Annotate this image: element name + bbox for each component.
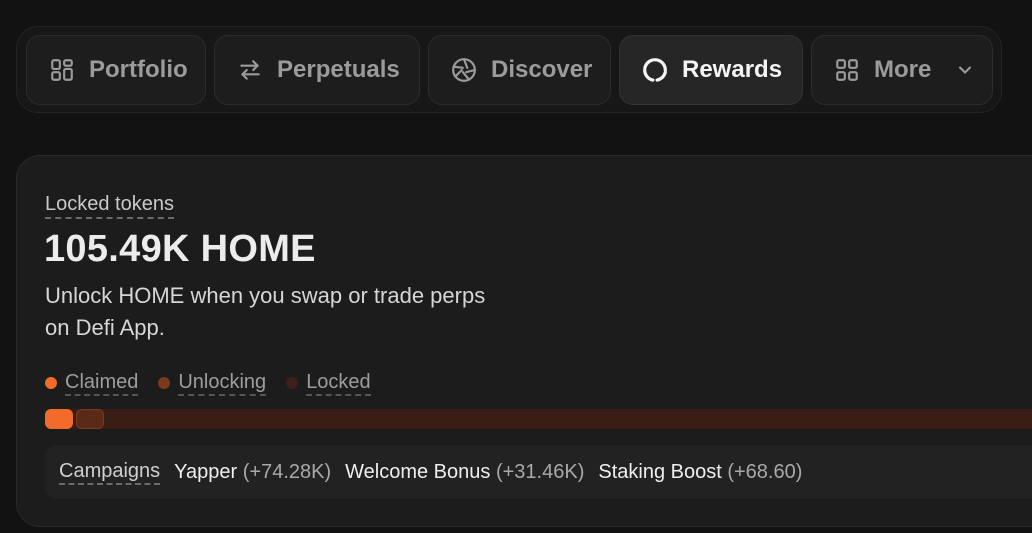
- legend-locked[interactable]: Locked: [286, 370, 371, 396]
- locked-tokens-label[interactable]: Locked tokens: [45, 192, 174, 219]
- nav-portfolio-button[interactable]: Portfolio: [26, 35, 206, 105]
- token-progress-bar: [45, 409, 1032, 429]
- campaign-delta: (+31.46K): [495, 460, 585, 483]
- unlocking-segment: [76, 409, 104, 429]
- campaign-name: Yapper: [174, 460, 238, 483]
- locked-dot: [286, 377, 299, 389]
- nav-discover-button[interactable]: Discover: [428, 35, 611, 105]
- campaign-name: Welcome Bonus: [345, 460, 491, 483]
- campaign-name: Staking Boost: [598, 460, 722, 483]
- grid-icon: [834, 57, 860, 83]
- ring-icon: [642, 57, 668, 83]
- campaign-yapper: Yapper (+74.28K): [174, 461, 331, 484]
- nav-discover-label: Discover: [491, 56, 593, 83]
- campaigns-label[interactable]: Campaigns: [59, 459, 161, 485]
- nav-more-label: More: [874, 56, 932, 83]
- grid-icon: [49, 57, 75, 83]
- campaign-welcome-bonus: Welcome Bonus (+31.46K): [345, 461, 584, 484]
- aperture-icon: [451, 57, 477, 83]
- claimed-dot: [45, 377, 57, 389]
- nav-more-button[interactable]: More: [811, 35, 993, 105]
- nav-perpetuals-button[interactable]: Perpetuals: [214, 35, 420, 105]
- nav-rewards-button[interactable]: Rewards: [619, 35, 803, 105]
- locked-amount: 105.49K HOME: [44, 228, 316, 270]
- progress-legend: Claimed Unlocking Locked: [45, 370, 391, 396]
- swap-arrows-icon: [237, 57, 263, 83]
- claimed-segment: [45, 409, 73, 429]
- nav-rewards-label: Rewards: [682, 56, 783, 83]
- rewards-card: Locked tokens 105.49K HOME Unlock HOME w…: [16, 155, 1032, 527]
- unlocking-dot: [158, 377, 171, 389]
- campaigns-row: Campaigns Yapper (+74.28K) Welcome Bonus…: [45, 445, 1032, 499]
- campaign-staking-boost: Staking Boost (+68.60): [598, 461, 802, 484]
- nav-portfolio-label: Portfolio: [89, 56, 188, 83]
- campaign-delta: (+74.28K): [242, 460, 332, 483]
- chevron-down-icon: [955, 60, 975, 80]
- legend-unlocking-label: Unlocking: [178, 370, 267, 396]
- rewards-description: Unlock HOME when you swap or trade perps…: [45, 283, 486, 340]
- legend-claimed-label: Claimed: [65, 370, 139, 396]
- top-nav: Portfolio Perpetuals Discover Rewards Mo…: [16, 26, 1002, 113]
- legend-locked-label: Locked: [306, 370, 371, 396]
- nav-perpetuals-label: Perpetuals: [277, 56, 400, 83]
- legend-claimed[interactable]: Claimed: [45, 370, 139, 396]
- campaign-delta: (+68.60): [727, 460, 803, 483]
- legend-unlocking[interactable]: Unlocking: [158, 370, 267, 396]
